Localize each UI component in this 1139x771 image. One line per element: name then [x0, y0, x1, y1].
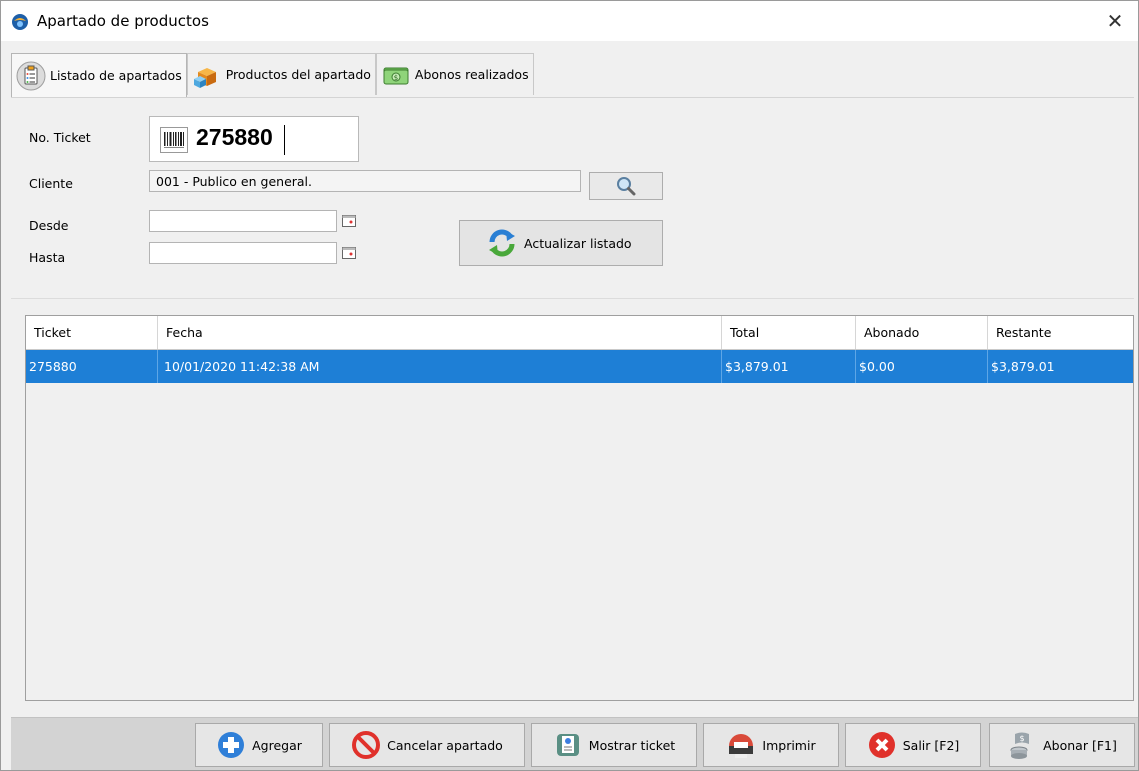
- actualizar-listado-button[interactable]: Actualizar listado: [459, 220, 663, 266]
- close-button[interactable]: ✕: [1092, 1, 1138, 41]
- hasta-date-field[interactable]: [149, 242, 337, 264]
- ticket-document-icon: [553, 730, 583, 760]
- calendar-icon: [342, 247, 356, 259]
- agregar-button[interactable]: Agregar: [195, 723, 323, 767]
- grid-header: Ticket Fecha Total Abonado Restante: [26, 316, 1133, 350]
- abonar-button[interactable]: $ Abonar [F1]: [989, 723, 1135, 767]
- barcode-icon: [160, 127, 188, 153]
- imprimir-label: Imprimir: [762, 737, 816, 753]
- money-icon: $: [379, 58, 413, 92]
- tab-abonos-realizados[interactable]: $ Abonos realizados: [375, 53, 534, 95]
- tab-label: Listado de apartados: [50, 68, 182, 83]
- ticket-label: No. Ticket: [29, 130, 91, 145]
- tab-productos-apartado[interactable]: Productos del apartado: [186, 53, 376, 95]
- close-icon: ✕: [1106, 9, 1124, 33]
- boxes-icon: [190, 58, 224, 92]
- cell-restante: $3,879.01: [991, 359, 1055, 374]
- apartado-window: Apartado de productos ✕ Listado de apart…: [0, 0, 1139, 771]
- mostrar-ticket-button[interactable]: Mostrar ticket: [531, 723, 697, 767]
- calendar-icon: [342, 215, 356, 227]
- action-bar: Agregar Cancelar apartado Mostrar ticket…: [11, 717, 1138, 770]
- svg-text:$: $: [1020, 734, 1025, 743]
- tab-label: Abonos realizados: [414, 67, 529, 82]
- cliente-label: Cliente: [29, 176, 73, 191]
- refresh-label: Actualizar listado: [524, 235, 632, 251]
- desde-calendar-button[interactable]: [339, 212, 359, 230]
- exit-icon: [867, 730, 897, 760]
- mostrar-label: Mostrar ticket: [588, 737, 676, 753]
- salir-label: Salir [F2]: [902, 737, 960, 753]
- printer-icon: [726, 730, 756, 760]
- tab-strip: Listado de apartados Productos del apart…: [11, 53, 534, 97]
- tab-label: Productos del apartado: [225, 67, 371, 82]
- hasta-calendar-button[interactable]: [339, 244, 359, 262]
- text-caret: [284, 125, 285, 155]
- column-header-ticket[interactable]: Ticket: [26, 316, 158, 349]
- search-cliente-button[interactable]: [589, 172, 663, 200]
- column-header-total[interactable]: Total: [722, 316, 856, 349]
- cancelar-apartado-button[interactable]: Cancelar apartado: [329, 723, 525, 767]
- agregar-label: Agregar: [252, 737, 302, 753]
- window-title: Apartado de productos: [37, 12, 209, 30]
- hasta-label: Hasta: [29, 250, 66, 265]
- title-bar: Apartado de productos ✕: [1, 1, 1138, 41]
- search-icon: [617, 177, 636, 196]
- desde-label: Desde: [29, 218, 69, 233]
- ticket-value: 275880: [196, 124, 273, 150]
- app-logo-icon: [12, 14, 28, 30]
- abonar-label: Abonar [F1]: [1043, 737, 1117, 753]
- cancelar-label: Cancelar apartado: [387, 737, 503, 753]
- column-header-restante[interactable]: Restante: [988, 316, 1133, 349]
- ticket-input[interactable]: 275880: [149, 116, 359, 162]
- column-header-fecha[interactable]: Fecha: [158, 316, 722, 349]
- cliente-field[interactable]: 001 - Publico en general.: [149, 170, 581, 192]
- imprimir-button[interactable]: Imprimir: [703, 723, 839, 767]
- cell-total: $3,879.01: [722, 350, 856, 383]
- svg-text:$: $: [394, 74, 398, 82]
- cancel-icon: [351, 730, 381, 760]
- table-row[interactable]: 275880 10/01/2020 11:42:38 AM $3,879.01 …: [26, 350, 1133, 383]
- refresh-icon: [489, 229, 515, 257]
- desde-date-field[interactable]: [149, 210, 337, 232]
- coins-money-icon: $: [1007, 730, 1037, 760]
- clipboard-list-icon: [14, 59, 48, 93]
- column-header-abonado[interactable]: Abonado: [856, 316, 988, 349]
- apartados-grid: Ticket Fecha Total Abonado Restante 2758…: [25, 315, 1134, 701]
- tab-listado-apartados[interactable]: Listado de apartados: [11, 53, 187, 97]
- add-icon: [216, 730, 246, 760]
- cell-fecha: 10/01/2020 11:42:38 AM: [158, 350, 722, 383]
- cell-ticket: 275880: [26, 350, 158, 383]
- filter-panel: No. Ticket 275880 Cliente 001 - Publico …: [11, 97, 1134, 299]
- cell-abonado: $0.00: [856, 350, 988, 383]
- salir-button[interactable]: Salir [F2]: [845, 723, 981, 767]
